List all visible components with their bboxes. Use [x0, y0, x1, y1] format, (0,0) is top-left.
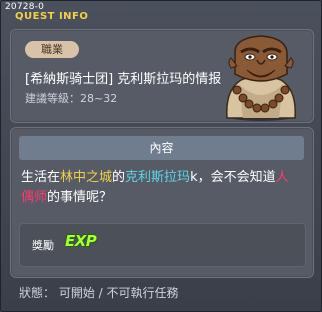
quest-status: 狀態： 可開始 / 不可執行任務 — [19, 286, 179, 300]
desc-text-2: 的 — [112, 170, 126, 185]
exp-icon: EXP — [65, 232, 97, 250]
town-name: 林中之城 — [60, 170, 113, 185]
window-title: QUEST INFO — [15, 11, 89, 22]
title-bar[interactable]: 20728-0 QUEST INFO — [3, 2, 319, 24]
npc-portrait-icon — [226, 35, 296, 121]
reward-label: 獎勵 — [32, 239, 54, 252]
desc-text-3: k，会不会知道 — [190, 170, 276, 185]
quest-name: [希納斯骑士团] 克利斯拉玛的情报 — [25, 72, 222, 87]
level-value: 28~32 — [80, 92, 118, 105]
quest-description: 生活在林中之城的克利斯拉玛k，会不会知道人偶师的事情呢？ — [21, 168, 301, 208]
level-separator: ： — [69, 92, 80, 105]
reward-box: 獎勵 EXP — [19, 223, 306, 267]
level-label: 建議等級 — [25, 92, 69, 105]
content-section-title: 內容 — [19, 136, 304, 160]
desc-text-4: 的事情呢？ — [47, 190, 113, 205]
quest-info-window: 20728-0 QUEST INFO 職業 [希納斯骑士团] 克利斯拉玛的情报 … — [0, 0, 322, 312]
desc-text-1: 生活在 — [21, 170, 61, 185]
recommended-level: 建議等級：28~32 — [25, 90, 117, 106]
job-badge: 職業 — [25, 41, 79, 58]
quest-content-panel: 內容 生活在林中之城的克利斯拉玛k，会不会知道人偶师的事情呢？ 獎勵 EXP — [10, 127, 314, 278]
quest-header-panel: 職業 [希納斯骑士团] 克利斯拉玛的情报 建議等級：28~32 — [10, 29, 314, 123]
npc-name: 克利斯拉玛 — [125, 170, 191, 185]
